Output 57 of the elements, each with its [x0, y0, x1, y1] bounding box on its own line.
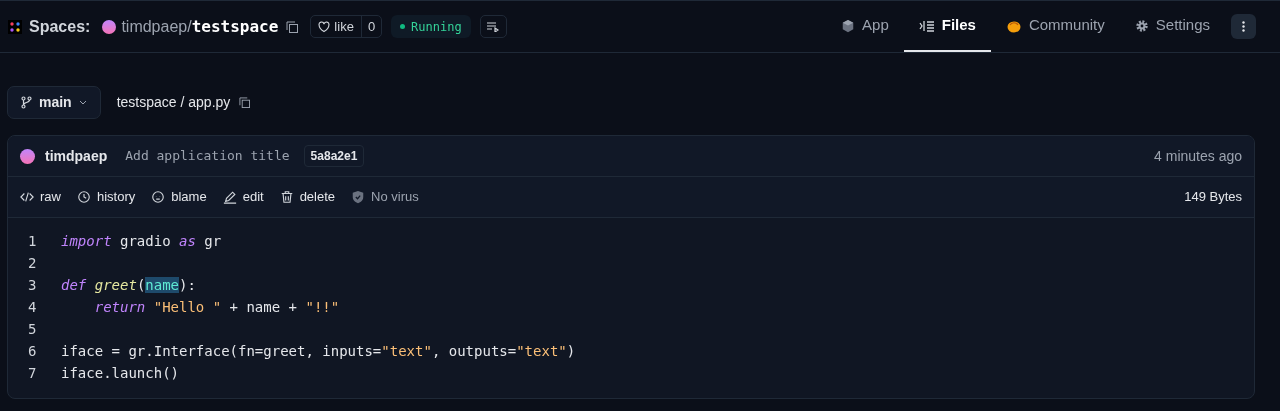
nav-tab[interactable]: Settings: [1119, 1, 1225, 52]
shield-icon: [351, 190, 366, 204]
like-count: 0: [366, 17, 377, 36]
line-number: 3: [27, 275, 38, 295]
cube-icon: [841, 18, 856, 33]
nav-tab[interactable]: Community: [990, 1, 1120, 52]
trash-icon: [279, 190, 294, 204]
code-line: return "Hello " + name + "!!": [93, 297, 340, 317]
line-number: 6: [27, 341, 38, 361]
nav-tab[interactable]: App: [826, 1, 904, 52]
face-icon: [151, 190, 166, 204]
more-button[interactable]: [1231, 14, 1256, 39]
commit-author[interactable]: timdpaep: [45, 145, 108, 167]
brand-label[interactable]: Spaces:: [29, 14, 91, 39]
code-line: def greet(name):: [61, 275, 196, 295]
like-button[interactable]: like 0: [310, 15, 383, 38]
logs-button[interactable]: [479, 15, 507, 38]
more-icon: [1242, 21, 1245, 32]
nav-tab[interactable]: Files: [903, 1, 991, 52]
code-line: iface.launch(): [61, 363, 179, 383]
line-number: 4: [27, 297, 38, 317]
like-label: like: [334, 17, 354, 36]
file-path: testspace / app.py: [116, 93, 231, 112]
commit-message: Add application title: [125, 147, 290, 166]
branch-icon: [21, 96, 32, 109]
logo-icon: [8, 19, 22, 34]
owner-link[interactable]: timdpaep: [121, 14, 188, 39]
code-line: import gradio as gr: [61, 231, 222, 251]
code-icon: [20, 190, 34, 204]
file-action[interactable]: blame: [151, 187, 207, 207]
file-action[interactable]: delete: [279, 187, 336, 207]
file-action[interactable]: raw: [20, 187, 61, 207]
branch-selector[interactable]: main: [7, 86, 101, 119]
file-action[interactable]: edit: [222, 187, 264, 207]
copy-icon[interactable]: [239, 97, 251, 108]
line-number: 1: [27, 231, 38, 251]
chevron-down-icon: [78, 100, 87, 105]
pencil-icon: [222, 190, 237, 204]
line-number: 7: [27, 363, 38, 383]
owner-avatar: [102, 19, 117, 34]
commit-time: 4 minutes ago: [1154, 146, 1242, 166]
file-size: 149 Bytes: [1184, 188, 1242, 207]
settings-icon: [1134, 18, 1149, 33]
file-list-icon: [918, 18, 935, 33]
copy-icon[interactable]: [286, 20, 299, 33]
clock-icon: [76, 190, 91, 204]
line-number: 5: [27, 319, 38, 339]
commit-hash[interactable]: 5a8a2e1: [303, 145, 365, 167]
line-number: 2: [27, 253, 38, 273]
code-line: iface = gr.Interface(fn=greet, inputs="text", outputs="text"): [61, 341, 576, 361]
list-icon: [487, 21, 500, 32]
file-action[interactable]: history: [76, 187, 136, 207]
scan-status: No virus: [371, 188, 419, 207]
repo-name[interactable]: testspace: [191, 14, 279, 39]
path-separator: /: [187, 16, 192, 37]
author-avatar: [20, 148, 35, 164]
status-badge: Running: [391, 15, 471, 38]
